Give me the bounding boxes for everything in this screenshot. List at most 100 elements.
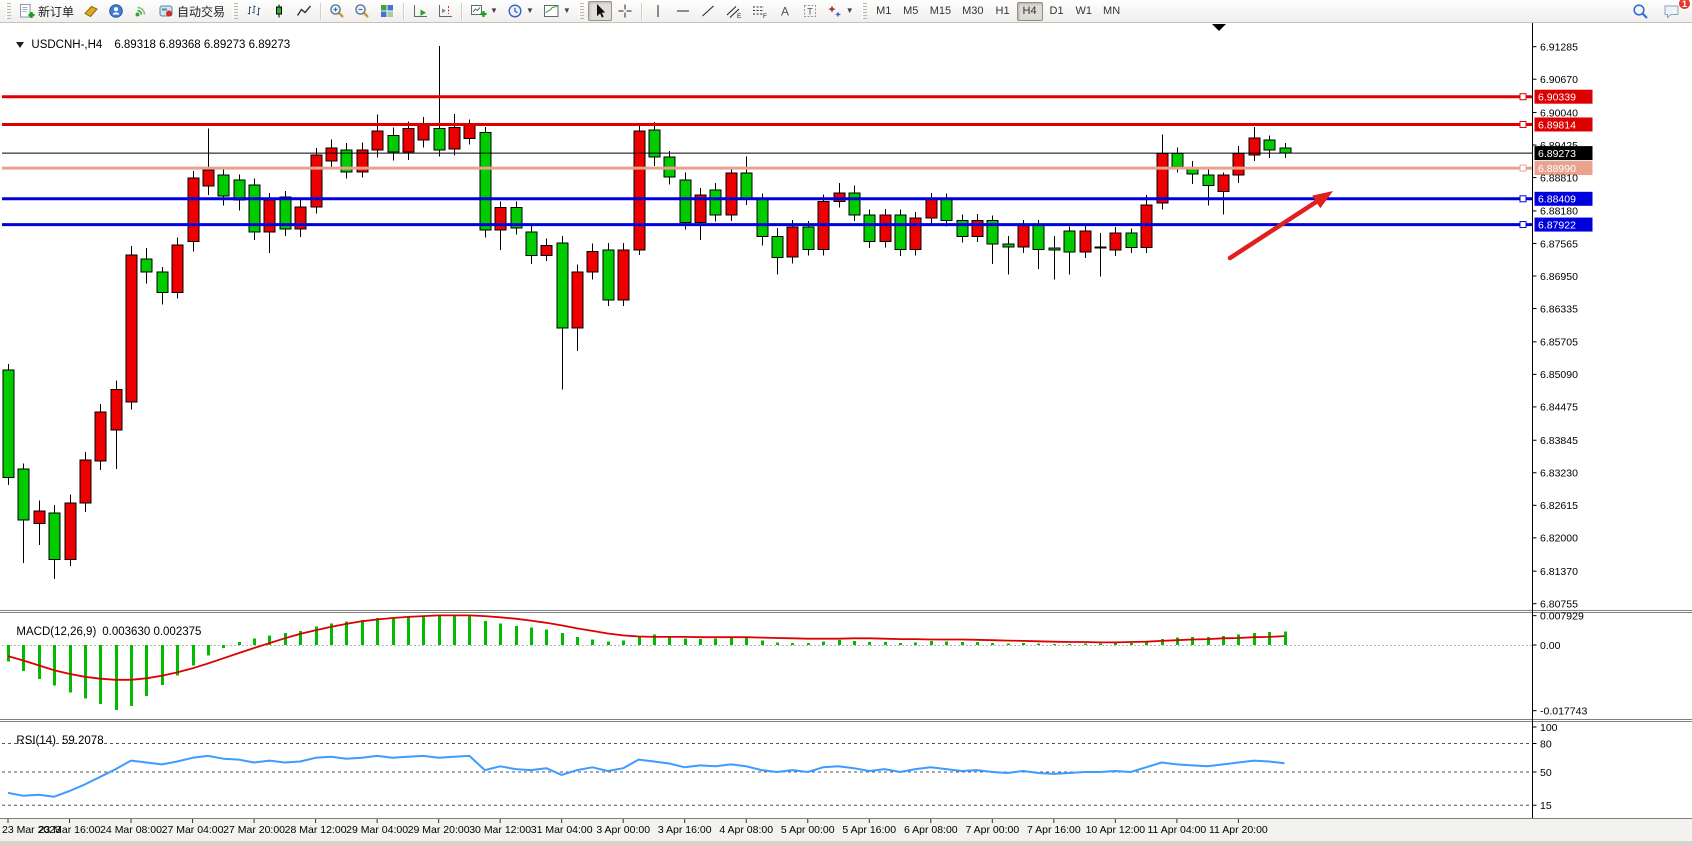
new-order-button[interactable]: 新订单 bbox=[15, 1, 78, 21]
zoom-in-button[interactable] bbox=[325, 1, 349, 21]
search-button[interactable] bbox=[1628, 1, 1653, 21]
svg-text:100: 100 bbox=[1540, 722, 1558, 734]
chevron-down-icon: ▼ bbox=[846, 7, 854, 15]
period-dropdown[interactable]: ▼ bbox=[503, 1, 538, 21]
channel-tool-button[interactable]: E bbox=[721, 1, 746, 21]
toolbar-separator bbox=[403, 3, 404, 20]
svg-text:29 Mar 04:00: 29 Mar 04:00 bbox=[346, 824, 408, 836]
crosshair-tool-button[interactable] bbox=[613, 1, 637, 21]
svg-text:6.88180: 6.88180 bbox=[1540, 206, 1578, 218]
bar-chart-button[interactable] bbox=[242, 1, 266, 21]
symbol-title: USDCNH-,H4 bbox=[31, 39, 102, 51]
svg-text:6.86950: 6.86950 bbox=[1540, 271, 1578, 283]
fibonacci-tool-button[interactable]: F bbox=[747, 1, 772, 21]
svg-text:3 Apr 00:00: 3 Apr 00:00 bbox=[596, 824, 650, 836]
tile-windows-button[interactable] bbox=[375, 1, 399, 21]
timeframe-m30-button[interactable]: M30 bbox=[957, 2, 988, 21]
svg-text:0.007929: 0.007929 bbox=[1540, 610, 1584, 622]
timeframe-h1-button[interactable]: H1 bbox=[990, 2, 1016, 21]
macd-values: 0.003630 0.002375 bbox=[102, 626, 201, 638]
equidistant-channel-icon: E bbox=[725, 3, 742, 19]
svg-text:28 Mar 12:00: 28 Mar 12:00 bbox=[285, 824, 347, 836]
svg-text:F: F bbox=[763, 13, 767, 19]
toolbar-separator bbox=[641, 3, 642, 20]
market-watch-button[interactable] bbox=[79, 1, 103, 21]
toolbar-grip[interactable] bbox=[6, 3, 11, 19]
auto-scroll-button[interactable] bbox=[408, 1, 432, 21]
text-tool-button[interactable]: A bbox=[773, 1, 797, 21]
svg-text:5 Apr 00:00: 5 Apr 00:00 bbox=[781, 824, 835, 836]
line-chart-button[interactable] bbox=[292, 1, 316, 21]
zoom-out-button[interactable] bbox=[350, 1, 374, 21]
svg-text:6.85705: 6.85705 bbox=[1540, 337, 1578, 349]
chart-canvas[interactable]: 6.903396.898146.892736.889906.884096.879… bbox=[0, 0, 1692, 845]
svg-text:10 Apr 12:00: 10 Apr 12:00 bbox=[1086, 824, 1146, 836]
candlestick-chart-icon bbox=[271, 3, 287, 19]
timeframe-w1-button[interactable]: W1 bbox=[1071, 2, 1098, 21]
svg-text:4 Apr 08:00: 4 Apr 08:00 bbox=[719, 824, 773, 836]
svg-text:6.81370: 6.81370 bbox=[1540, 566, 1578, 578]
horizontal-line-tool-button[interactable] bbox=[671, 1, 695, 21]
svg-text:6 Apr 08:00: 6 Apr 08:00 bbox=[904, 824, 958, 836]
main-toolbar: 新订单 自动交易 bbox=[0, 0, 1692, 23]
trendline-tool-button[interactable] bbox=[696, 1, 720, 21]
rsi-legend: RSI(14)59.2078 bbox=[10, 723, 104, 747]
svg-text:27 Mar 20:00: 27 Mar 20:00 bbox=[223, 824, 285, 836]
candlestick-chart-button[interactable] bbox=[267, 1, 291, 21]
clock-icon bbox=[507, 3, 523, 19]
chart-shift-icon bbox=[437, 3, 453, 19]
text-label-tool-button[interactable]: T bbox=[798, 1, 822, 21]
bar-chart-icon bbox=[246, 3, 262, 19]
chevron-down-icon: ▼ bbox=[490, 7, 498, 15]
notification-badge: 1 bbox=[1678, 0, 1691, 10]
trendline-icon bbox=[700, 3, 716, 19]
autotrading-icon bbox=[158, 3, 174, 19]
arrows-shapes-icon bbox=[827, 3, 843, 19]
toolbar-separator bbox=[320, 3, 321, 20]
chart-shift-button[interactable] bbox=[433, 1, 457, 21]
arrows-tool-dropdown[interactable]: ▼ bbox=[823, 1, 858, 21]
svg-text:11 Apr 20:00: 11 Apr 20:00 bbox=[1209, 824, 1268, 836]
toolbar-grip[interactable] bbox=[579, 3, 584, 19]
notifications-button[interactable]: 1 bbox=[1659, 1, 1685, 21]
autotrading-button[interactable]: 自动交易 bbox=[154, 1, 229, 21]
new-order-icon bbox=[19, 3, 35, 19]
new-chart-icon bbox=[470, 3, 487, 19]
toolbar-grip[interactable] bbox=[862, 3, 867, 19]
timeframe-d1-button[interactable]: D1 bbox=[1044, 2, 1070, 21]
timeframe-h4-button[interactable]: H4 bbox=[1017, 2, 1043, 21]
signals-button[interactable] bbox=[129, 1, 153, 21]
vertical-line-tool-button[interactable] bbox=[646, 1, 670, 21]
new-chart-dropdown[interactable]: ▼ bbox=[466, 1, 502, 21]
svg-text:6.90339: 6.90339 bbox=[1538, 92, 1576, 104]
timeframe-m15-button[interactable]: M15 bbox=[925, 2, 956, 21]
gold-panel-icon bbox=[83, 3, 99, 19]
community-button[interactable] bbox=[104, 1, 128, 21]
svg-text:50: 50 bbox=[1540, 767, 1552, 779]
svg-text:24 Mar 08:00: 24 Mar 08:00 bbox=[100, 824, 162, 836]
zoom-out-icon bbox=[354, 3, 370, 19]
cursor-tool-button[interactable] bbox=[588, 1, 612, 21]
svg-text:6.86335: 6.86335 bbox=[1540, 303, 1578, 315]
svg-text:6.85090: 6.85090 bbox=[1540, 369, 1578, 381]
symbol-dropdown-caret[interactable] bbox=[16, 42, 24, 48]
svg-text:6.88810: 6.88810 bbox=[1540, 172, 1578, 184]
template-dropdown[interactable]: ▼ bbox=[539, 1, 575, 21]
svg-text:6.83230: 6.83230 bbox=[1540, 468, 1578, 480]
svg-text:6.89425: 6.89425 bbox=[1540, 140, 1578, 152]
macd-legend: MACD(12,26,9)0.003630 0.002375 bbox=[10, 614, 201, 638]
svg-text:6.89814: 6.89814 bbox=[1538, 119, 1576, 131]
timeframe-m1-button[interactable]: M1 bbox=[871, 2, 897, 21]
toolbar-grip[interactable] bbox=[233, 3, 238, 19]
timeframe-mn-button[interactable]: MN bbox=[1098, 2, 1125, 21]
svg-text:A: A bbox=[781, 5, 789, 19]
svg-text:11 Apr 04:00: 11 Apr 04:00 bbox=[1147, 824, 1206, 836]
autotrading-label: 自动交易 bbox=[177, 3, 225, 20]
zoom-in-icon bbox=[329, 3, 345, 19]
svg-text:23 Mar 16:00: 23 Mar 16:00 bbox=[39, 824, 101, 836]
svg-text:29 Mar 20:00: 29 Mar 20:00 bbox=[408, 824, 470, 836]
svg-text:6.90670: 6.90670 bbox=[1540, 74, 1578, 86]
svg-text:6.88409: 6.88409 bbox=[1538, 194, 1576, 206]
svg-text:3 Apr 16:00: 3 Apr 16:00 bbox=[658, 824, 712, 836]
timeframe-m5-button[interactable]: M5 bbox=[898, 2, 924, 21]
